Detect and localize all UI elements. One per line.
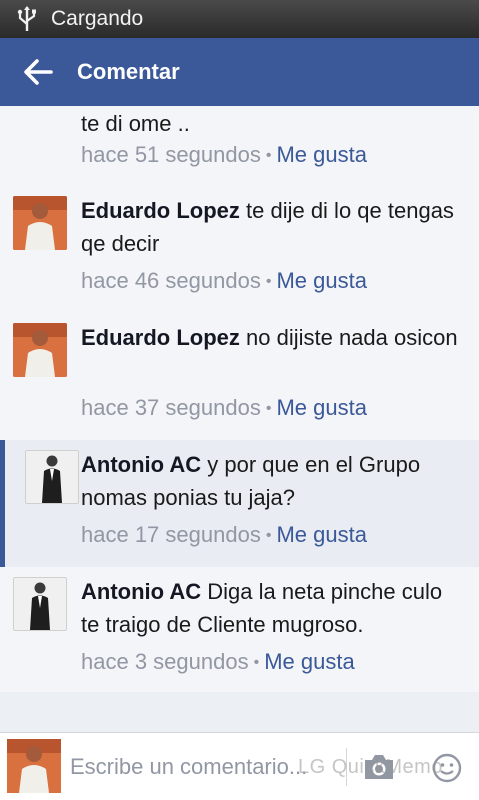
comment-item: Eduardo Lopez te dije di lo qe tengas qe… bbox=[0, 186, 479, 313]
comment-input[interactable] bbox=[68, 749, 332, 785]
comment-meta: hace 51 segundos • Me gusta bbox=[81, 142, 367, 168]
avatar[interactable] bbox=[13, 323, 67, 377]
comment-item: te di ome .. hace 51 segundos • Me gusta bbox=[0, 106, 479, 186]
comment-body: Eduardo Lopez te dije di lo qe tengas qe… bbox=[81, 194, 465, 260]
status-text: Cargando bbox=[51, 7, 144, 30]
app-bar: Comentar bbox=[0, 38, 479, 106]
like-link[interactable]: Me gusta bbox=[276, 268, 367, 293]
avatar[interactable] bbox=[13, 577, 67, 631]
like-link[interactable]: Me gusta bbox=[276, 142, 367, 167]
person-photo-icon bbox=[13, 196, 67, 250]
comment-body: Antonio AC y por que en el Grupo nomas p… bbox=[81, 448, 465, 514]
meta-separator: • bbox=[265, 400, 272, 417]
person-photo-icon bbox=[13, 323, 67, 377]
avatar[interactable] bbox=[13, 196, 67, 250]
status-bar: Cargando bbox=[0, 0, 479, 38]
comment-text: te di ome .. bbox=[81, 111, 190, 136]
comment-meta: hace 37 segundos • Me gusta bbox=[81, 395, 367, 421]
comment-body: te di ome .. bbox=[81, 107, 465, 140]
composer-divider bbox=[346, 748, 347, 786]
avatar[interactable] bbox=[25, 450, 79, 504]
comment-list[interactable]: te di ome .. hace 51 segundos • Me gusta E… bbox=[0, 106, 479, 692]
comment-author[interactable]: Eduardo Lopez bbox=[81, 198, 240, 223]
comment-meta: hace 17 segundos • Me gusta bbox=[81, 522, 367, 548]
comment-author[interactable]: Antonio AC bbox=[81, 452, 201, 477]
comment-author[interactable]: Eduardo Lopez bbox=[81, 325, 240, 350]
page-title: Comentar bbox=[77, 59, 180, 84]
meta-separator: • bbox=[265, 147, 272, 164]
person-photo-icon bbox=[14, 578, 66, 630]
meta-separator: • bbox=[265, 273, 272, 290]
comment-author[interactable]: Antonio AC bbox=[81, 579, 201, 604]
comment-time: hace 46 segundos bbox=[81, 268, 261, 293]
comment-time: hace 17 segundos bbox=[81, 522, 261, 547]
usb-icon bbox=[17, 6, 36, 31]
comment-meta: hace 3 segundos • Me gusta bbox=[81, 649, 355, 675]
smiley-icon[interactable] bbox=[432, 753, 462, 783]
like-link[interactable]: Me gusta bbox=[264, 649, 355, 674]
comment-time: hace 51 segundos bbox=[81, 142, 261, 167]
comment-item: Antonio AC Diga la neta pinche culo te t… bbox=[0, 567, 479, 692]
like-link[interactable]: Me gusta bbox=[276, 395, 367, 420]
camera-icon[interactable] bbox=[362, 753, 396, 781]
comment-item: Eduardo Lopez no dijiste nada osicon hac… bbox=[0, 313, 479, 440]
meta-separator: • bbox=[265, 527, 272, 544]
person-photo-icon bbox=[26, 451, 78, 503]
avatar bbox=[7, 739, 61, 793]
comment-composer bbox=[0, 732, 479, 800]
comment-text: no dijiste nada osicon bbox=[239, 325, 458, 350]
meta-separator: • bbox=[253, 654, 260, 671]
comment-body: Eduardo Lopez no dijiste nada osicon bbox=[81, 321, 465, 354]
comment-meta: hace 46 segundos • Me gusta bbox=[81, 268, 367, 294]
comment-item-highlighted: Antonio AC y por que en el Grupo nomas p… bbox=[0, 440, 479, 567]
comment-time: hace 37 segundos bbox=[81, 395, 261, 420]
person-photo-icon bbox=[7, 739, 61, 793]
comment-time: hace 3 segundos bbox=[81, 649, 249, 674]
like-link[interactable]: Me gusta bbox=[276, 522, 367, 547]
comment-body: Antonio AC Diga la neta pinche culo te t… bbox=[81, 575, 465, 641]
back-arrow-icon[interactable] bbox=[23, 58, 53, 86]
